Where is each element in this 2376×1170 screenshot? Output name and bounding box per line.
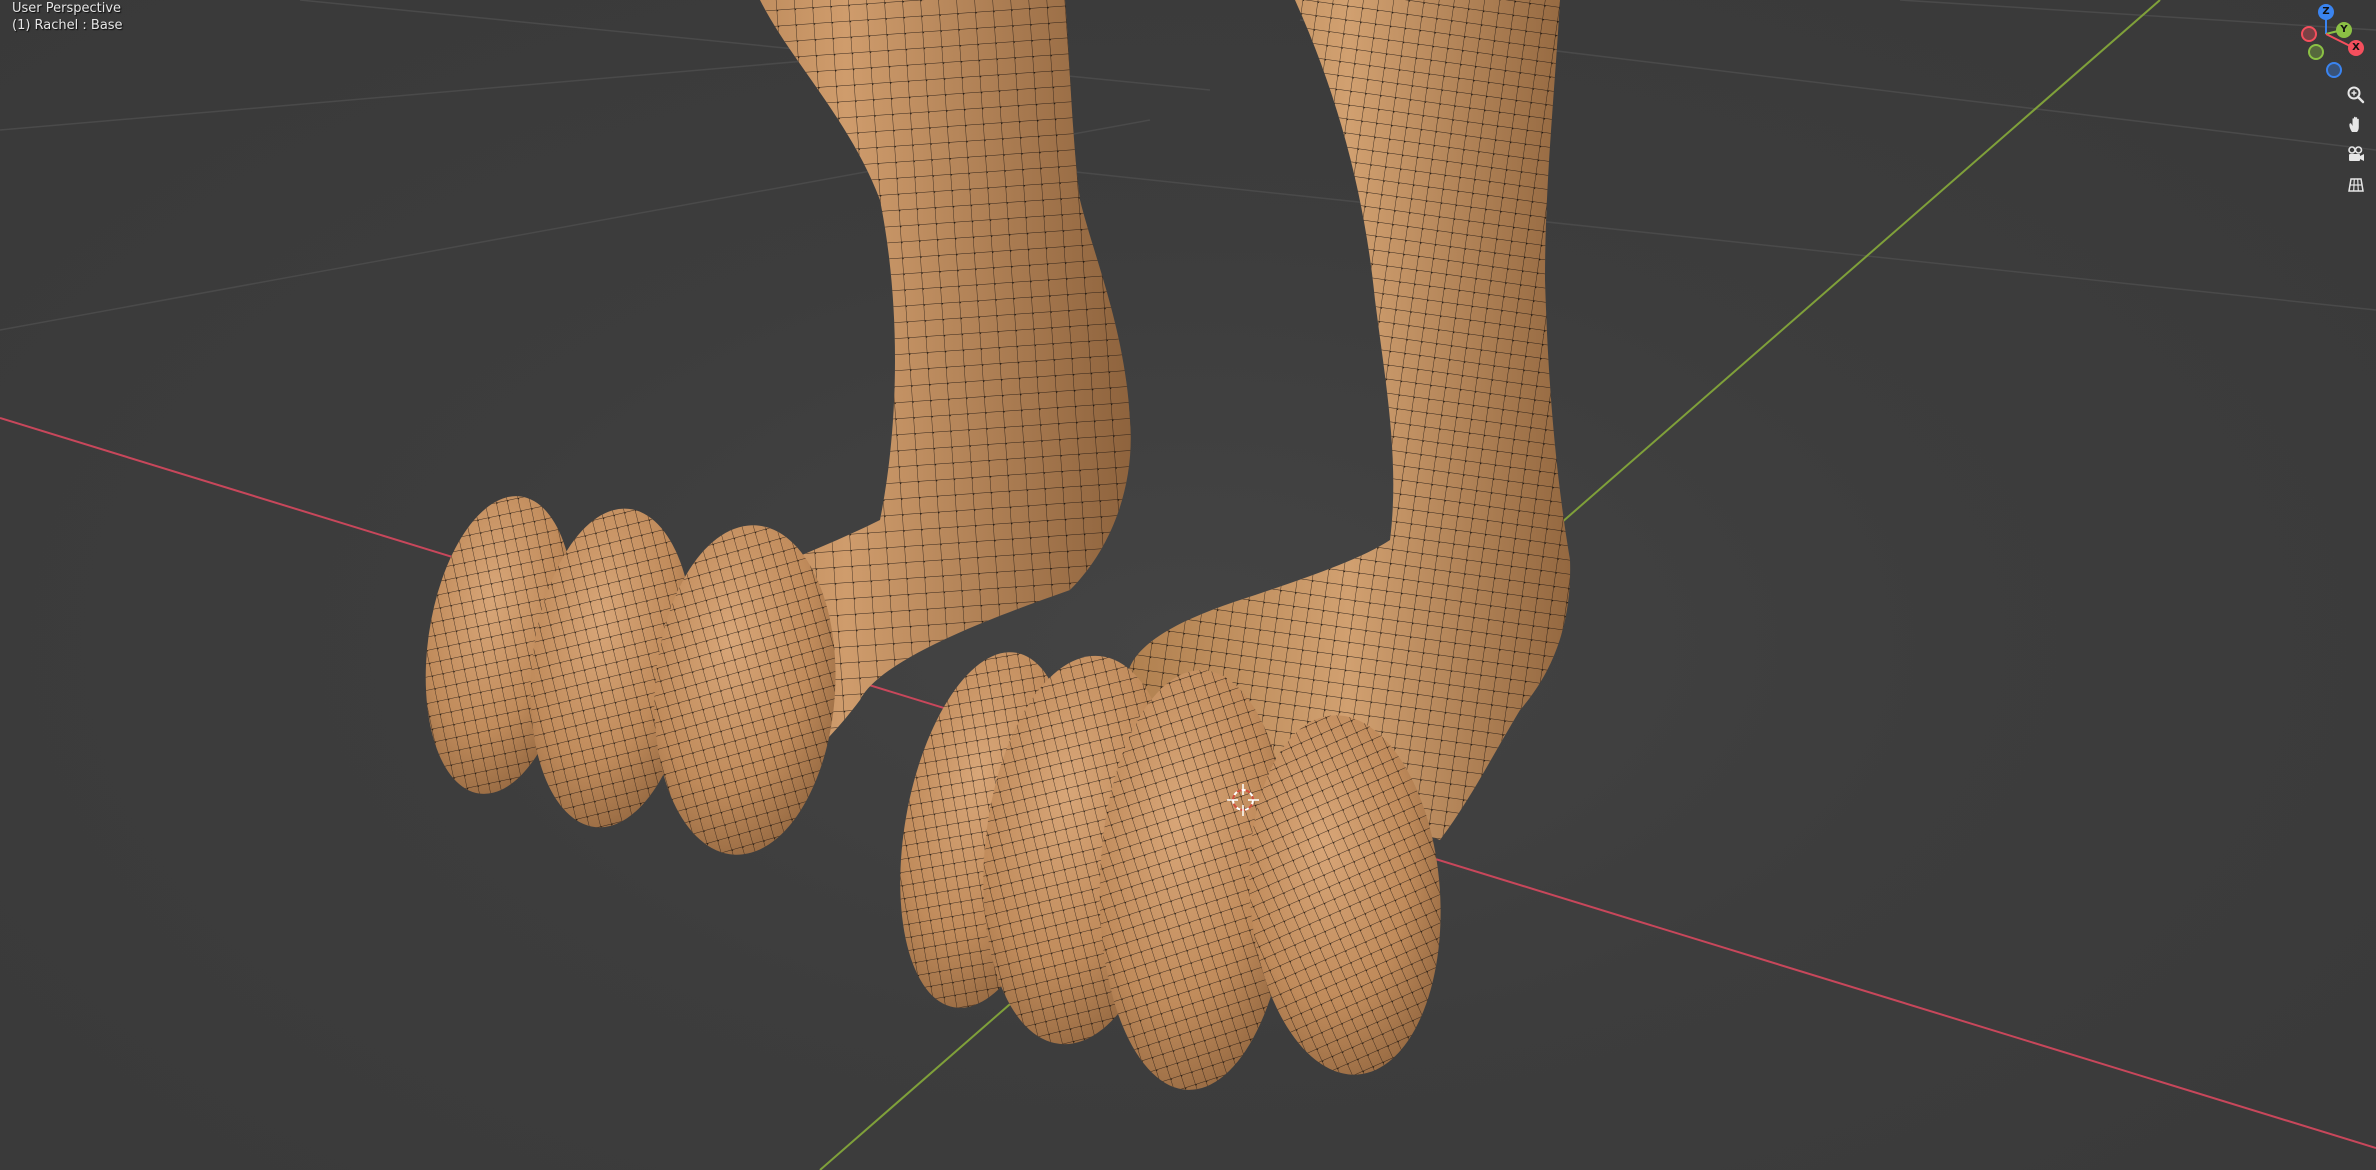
gizmo-y-ball[interactable]: Y — [2336, 22, 2352, 38]
zoom-icon — [2347, 86, 2365, 104]
gizmo-neg-y-ball[interactable] — [2308, 44, 2324, 60]
camera-view-button[interactable] — [2342, 141, 2370, 169]
3d-viewport[interactable]: User Perspective (1) Rachel : Base Z Y X — [0, 0, 2376, 1170]
zoom-button[interactable] — [2342, 81, 2370, 109]
ortho-grid-icon — [2348, 178, 2364, 192]
view-name-label: User Perspective — [12, 1, 122, 16]
gizmo-z-ball[interactable]: Z — [2318, 4, 2334, 20]
ortho-toggle-button[interactable] — [2342, 171, 2370, 199]
object-info-label: (1) Rachel : Base — [12, 18, 123, 33]
pan-button[interactable] — [2342, 111, 2370, 139]
scene-canvas[interactable] — [0, 0, 2376, 1170]
gizmo-x-ball[interactable]: X — [2348, 40, 2364, 56]
navigation-gizmo[interactable]: Z Y X — [2286, 2, 2374, 78]
pan-hand-icon — [2349, 116, 2359, 132]
floor-grid — [0, 0, 2376, 331]
gizmo-neg-x-ball[interactable] — [2301, 26, 2317, 42]
camera-view-icon — [2348, 146, 2364, 161]
gizmo-neg-z-ball[interactable] — [2326, 62, 2342, 78]
